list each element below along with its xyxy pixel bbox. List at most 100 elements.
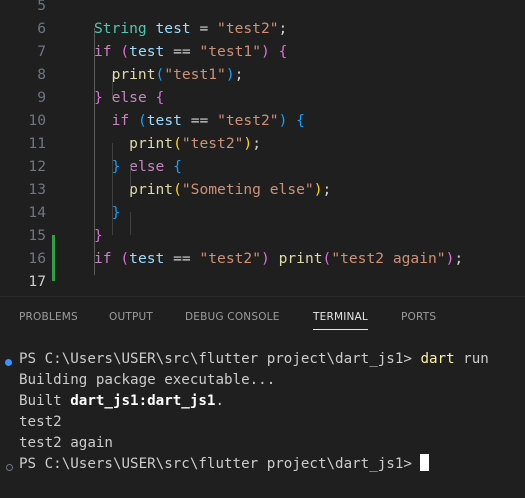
- code-token: print: [129, 181, 174, 198]
- code-token: (: [322, 250, 332, 267]
- code-line[interactable]: 6 String test = "test2";: [0, 17, 525, 40]
- indent-guide: [112, 74, 113, 97]
- line-number: 11: [28, 135, 46, 152]
- indent-guide: [130, 212, 131, 235]
- line-number: 16: [28, 250, 46, 267]
- code-line[interactable]: 13 print("Someting else");: [0, 178, 525, 201]
- code-token: (: [173, 135, 182, 152]
- code-token: ): [225, 66, 235, 83]
- indent-guide: [94, 28, 95, 275]
- line-number: 13: [28, 181, 46, 198]
- terminal-prompt: PS C:\Users\USER\src\flutter project\dar…: [19, 456, 421, 472]
- code-token: {: [173, 158, 182, 175]
- code-line[interactable]: 11 print("test2");: [0, 132, 525, 155]
- code-token: print: [278, 250, 323, 267]
- code-token: if: [111, 112, 130, 129]
- code-token: if: [94, 250, 112, 267]
- code-token: ==: [181, 112, 218, 129]
- code-token: }: [94, 89, 103, 106]
- tab-ports[interactable]: PORTS: [401, 311, 436, 323]
- code-token: {: [278, 43, 288, 60]
- panel-tabs: PROBLEMS OUTPUT DEBUG CONSOLE TERMINAL P…: [0, 297, 525, 335]
- terminal-prompt: PS C:\Users\USER\src\flutter project\dar…: [19, 351, 421, 367]
- line-number: 12: [28, 158, 46, 175]
- code-line[interactable]: 12 } else {: [0, 155, 525, 178]
- terminal-built-target: dart_js1:dart_js1: [70, 393, 216, 409]
- code-token: {: [155, 89, 165, 106]
- line-number: 9: [37, 89, 46, 106]
- code-token: "test1": [199, 43, 261, 60]
- code-token: (: [137, 112, 147, 129]
- tab-terminal[interactable]: TERMINAL: [313, 311, 368, 330]
- code-line[interactable]: 8 print("test1");: [0, 63, 525, 86]
- code-editor[interactable]: 5 6 String test = "test2"; 7 if (test == "te…: [0, 0, 525, 296]
- code-text: String test = "test2";: [94, 17, 287, 40]
- code-token: test: [129, 250, 165, 267]
- code-token: print: [111, 66, 156, 83]
- command-status-dot[interactable]: [6, 464, 13, 471]
- code-text: }: [94, 224, 103, 247]
- code-text: } else {: [94, 155, 182, 178]
- code-token: ==: [164, 250, 200, 267]
- code-line[interactable]: 7 if (test == "test1") {: [0, 40, 525, 63]
- code-text: }: [94, 201, 121, 224]
- code-token: print: [129, 135, 174, 152]
- code-line[interactable]: 10 if (test == "test2") {: [0, 109, 525, 132]
- tab-problems[interactable]: PROBLEMS: [19, 311, 78, 323]
- code-token: "test2 again": [331, 250, 446, 267]
- line-number: 17: [28, 273, 46, 290]
- command-status-dot[interactable]: [5, 359, 12, 366]
- code-token: ): [243, 135, 253, 152]
- code-token: else: [111, 89, 147, 106]
- line-number: 14: [28, 204, 46, 221]
- code-token: (: [173, 181, 182, 198]
- terminal-command: dart: [420, 351, 455, 367]
- code-token: (: [120, 250, 130, 267]
- code-text: if (test == "test2") print("test2 again"…: [94, 247, 463, 270]
- code-token: {: [296, 112, 305, 129]
- line-number: 7: [37, 43, 46, 60]
- code-line[interactable]: 15}: [0, 224, 525, 247]
- code-line[interactable]: 17: [0, 270, 525, 293]
- indent-guide: [130, 166, 131, 189]
- code-line[interactable]: 14 }: [0, 201, 525, 224]
- code-token: "test2": [199, 250, 261, 267]
- indent-guide: [112, 143, 113, 235]
- code-token: else: [129, 158, 165, 175]
- code-token: ): [261, 43, 270, 60]
- tab-debug-console[interactable]: DEBUG CONSOLE: [185, 311, 280, 323]
- terminal-text: Built: [19, 393, 71, 409]
- code-line[interactable]: 5: [0, 0, 525, 17]
- line-number: 5: [37, 0, 46, 14]
- code-token: "Someting else": [181, 181, 314, 198]
- code-line[interactable]: 9} else {: [0, 86, 525, 109]
- tab-output[interactable]: OUTPUT: [109, 311, 153, 323]
- code-text: print("test2");: [94, 132, 261, 155]
- code-token: "test1": [164, 66, 226, 83]
- code-text: print("test1");: [94, 63, 244, 86]
- code-token: (: [120, 43, 130, 60]
- code-token: ;: [454, 250, 464, 267]
- code-token: ;: [252, 135, 261, 152]
- terminal-line: PS C:\Users\USER\src\flutter project\dar…: [19, 349, 489, 370]
- git-added-bar[interactable]: [52, 235, 55, 281]
- terminal-line: Building package executable...: [19, 372, 276, 388]
- code-text: if (test == "test1") {: [94, 40, 287, 63]
- line-number: 15: [28, 227, 46, 244]
- code-line[interactable]: 16 if (test == "test2") print("test2 agai…: [0, 247, 525, 270]
- code-token: if: [94, 43, 112, 60]
- code-text: } else {: [94, 86, 164, 109]
- code-token: ;: [234, 66, 244, 83]
- code-text: if (test == "test2") {: [94, 109, 305, 132]
